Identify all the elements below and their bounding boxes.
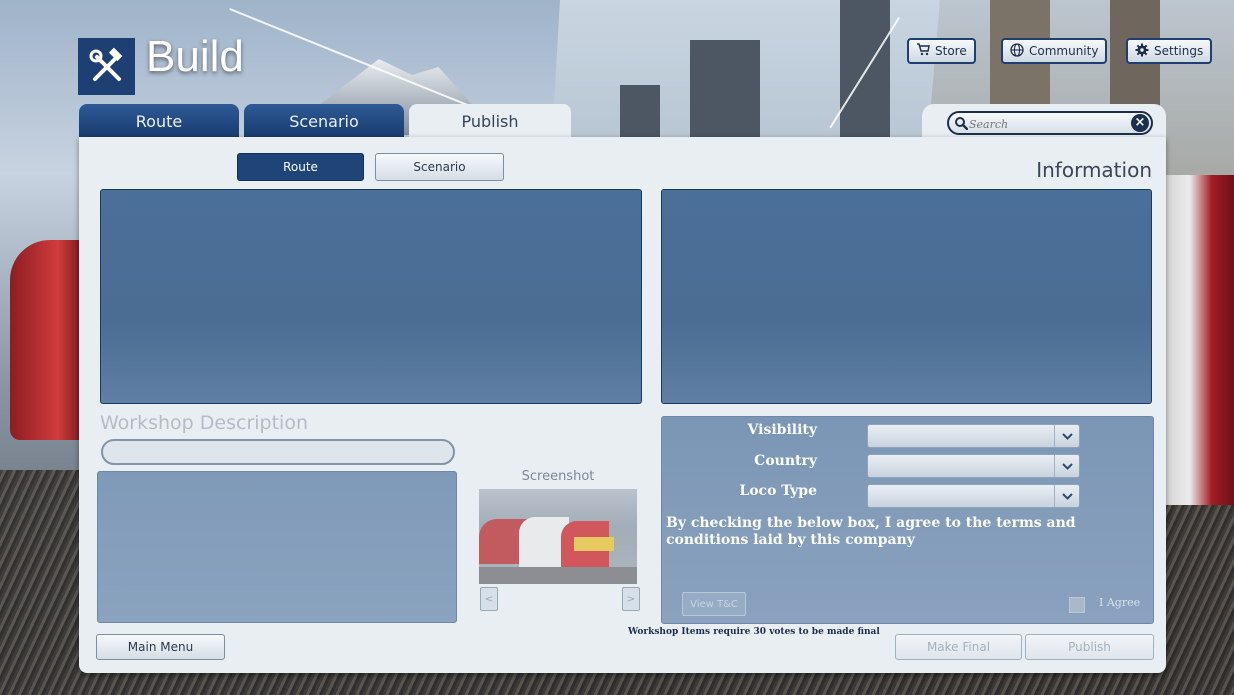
publish-button[interactable]: Publish — [1025, 634, 1154, 660]
store-label: Store — [935, 44, 967, 58]
country-label: Country — [754, 453, 817, 469]
screenshot-next-label: > — [626, 593, 636, 605]
settings-label: Settings — [1154, 44, 1204, 58]
main-menu-button[interactable]: Main Menu — [96, 634, 225, 660]
scenario-mode-button[interactable]: Scenario — [375, 153, 504, 181]
view-tc-button[interactable]: View T&C — [682, 592, 746, 616]
chevron-down-icon — [1054, 485, 1079, 507]
item-list-panel[interactable] — [100, 189, 642, 404]
agree-label: I Agree — [1099, 596, 1141, 609]
tab-scenario[interactable]: Scenario — [244, 104, 404, 138]
screenshot-prev-label: < — [484, 593, 494, 605]
tab-publish[interactable]: Publish — [409, 104, 571, 138]
information-panel — [661, 189, 1152, 404]
main-menu-label: Main Menu — [127, 640, 194, 654]
loco-type-dropdown[interactable] — [867, 484, 1080, 508]
store-button[interactable]: Store — [907, 38, 976, 64]
country-dropdown[interactable] — [867, 454, 1080, 478]
make-final-label: Make Final — [926, 640, 991, 654]
community-label: Community — [1029, 44, 1099, 58]
workshop-description-label: Workshop Description — [100, 412, 308, 434]
workshop-description-field[interactable] — [97, 471, 457, 623]
screenshot-next-button[interactable]: > — [622, 587, 640, 611]
chevron-down-icon — [1054, 455, 1079, 477]
tab-route[interactable]: Route — [79, 104, 239, 138]
close-icon[interactable]: × — [1131, 114, 1149, 132]
search-box: × — [947, 111, 1153, 135]
workshop-title-input[interactable] — [101, 439, 455, 465]
globe-icon — [1010, 42, 1024, 60]
tab-scenario-label: Scenario — [289, 111, 359, 131]
scenario-mode-label: Scenario — [413, 160, 466, 174]
view-tc-label: View T&C — [690, 598, 738, 610]
community-button[interactable]: Community — [1001, 38, 1108, 64]
visibility-label: Visibility — [747, 422, 817, 438]
settings-button[interactable]: Settings — [1126, 38, 1213, 64]
vote-requirement-note: Workshop Items require 30 votes to be ma… — [628, 627, 880, 637]
search-icon — [955, 117, 968, 130]
background-virgin-train — [1160, 175, 1234, 505]
route-mode-button[interactable]: Route — [237, 153, 364, 181]
gear-icon — [1135, 43, 1149, 60]
hammer-wrench-icon — [89, 47, 122, 81]
route-mode-label: Route — [283, 160, 318, 174]
search-input[interactable] — [969, 115, 1119, 133]
cart-icon — [916, 43, 930, 59]
terms-text: By checking the below box, I agree to th… — [666, 515, 1076, 548]
loco-type-label: Loco Type — [739, 483, 817, 499]
visibility-dropdown[interactable] — [867, 424, 1080, 448]
tab-route-label: Route — [135, 111, 183, 131]
publish-label: Publish — [1068, 640, 1111, 654]
agree-checkbox[interactable] — [1069, 597, 1085, 613]
chevron-down-icon — [1054, 425, 1079, 447]
screenshot-preview — [479, 489, 637, 584]
screenshot-label: Screenshot — [521, 469, 595, 484]
build-logo — [78, 38, 135, 95]
background-red-locomotive — [10, 240, 90, 440]
app-title: Build — [146, 32, 244, 81]
tab-publish-label: Publish — [461, 111, 519, 131]
screenshot-prev-button[interactable]: < — [480, 587, 498, 611]
make-final-button[interactable]: Make Final — [895, 634, 1022, 660]
information-title: Information — [1036, 158, 1152, 182]
